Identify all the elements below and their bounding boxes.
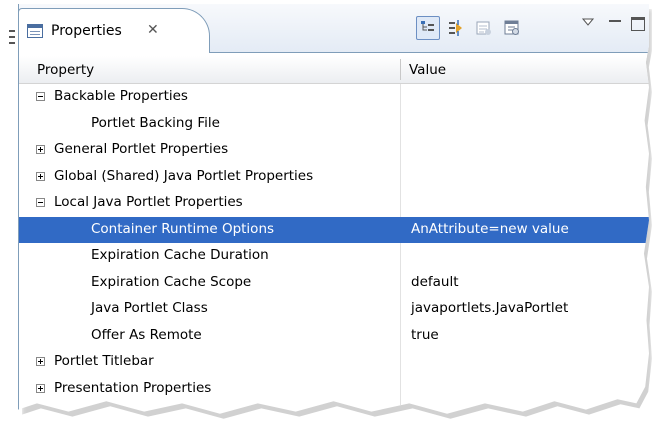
maximize-icon[interactable] [631, 17, 645, 31]
minimize-icon[interactable] [609, 17, 621, 27]
table-header: Property Value [19, 56, 649, 84]
collapse-icon[interactable] [36, 198, 45, 207]
expand-icon[interactable] [36, 357, 45, 366]
properties-tab[interactable]: Properties ✕ [19, 8, 210, 53]
column-divider[interactable] [400, 59, 401, 80]
property-value[interactable]: default [411, 274, 459, 290]
property-name: Presentation Properties [54, 379, 212, 396]
column-header-property[interactable]: Property [37, 62, 94, 78]
show-categories-icon[interactable] [416, 16, 440, 40]
expand-icon[interactable] [36, 383, 45, 393]
table-body: Backable Properties Portlet Backing File G… [19, 84, 649, 414]
property-name: Offer As Remote [91, 326, 202, 343]
table-row[interactable]: General Portlet Properties [19, 137, 649, 164]
property-name: Expiration Cache Scope [91, 273, 252, 290]
table-row[interactable]: Portlet Backing File [19, 111, 649, 138]
view-tab-bar: Properties ✕ [19, 4, 649, 53]
table-row[interactable]: Container Runtime Options AnAttribute=new… [19, 216, 649, 243]
property-value[interactable]: true [411, 327, 439, 343]
property-name: Local Java Portlet Properties [54, 194, 243, 210]
expand-icon[interactable] [36, 171, 45, 181]
view-menu-icon[interactable] [582, 18, 594, 26]
tab-label: Properties [51, 23, 122, 39]
table-row[interactable]: Java Portlet Class javaportlets.JavaPortl… [19, 296, 649, 323]
table-row[interactable]: Backable Properties [19, 84, 649, 111]
table-row[interactable]: Portlet Titlebar [19, 349, 649, 376]
table-row[interactable]: Local Java Portlet Properties [19, 190, 649, 217]
properties-table: Property Value Backable Properties Portle… [19, 56, 649, 414]
property-name: Global (Shared) Java Portlet Properties [54, 167, 314, 184]
expand-icon[interactable] [36, 145, 45, 154]
table-row[interactable]: Global (Shared) Java Portlet Properties [19, 164, 649, 191]
table-row[interactable]: Expiration Cache Duration [19, 243, 649, 270]
property-name: Backable Properties [54, 88, 188, 104]
table-row[interactable]: Offer As Remote true [19, 323, 649, 350]
close-icon[interactable]: ✕ [147, 22, 159, 38]
property-name: Container Runtime Options [91, 220, 275, 237]
property-name: Expiration Cache Duration [91, 247, 269, 263]
show-advanced-icon[interactable] [444, 16, 468, 40]
left-edge-fragment [0, 0, 18, 60]
property-name: General Portlet Properties [54, 141, 229, 157]
column-header-value[interactable]: Value [409, 62, 446, 78]
property-value[interactable]: AnAttribute=new value [411, 221, 569, 237]
properties-view-icon [27, 24, 43, 38]
property-name: Java Portlet Class [91, 300, 208, 316]
table-row[interactable]: Expiration Cache Scope default [19, 270, 649, 297]
properties-view: Properties ✕ Property Value Backable Pro… [18, 4, 649, 414]
property-value[interactable]: javaportlets.JavaPortlet [411, 300, 568, 316]
property-name: Portlet Backing File [91, 114, 220, 131]
filter-icon[interactable] [500, 16, 524, 40]
collapse-icon[interactable] [36, 92, 45, 101]
restore-default-icon[interactable] [472, 16, 496, 40]
table-row[interactable]: Presentation Properties [19, 376, 649, 403]
property-name: Portlet Titlebar [54, 353, 154, 369]
